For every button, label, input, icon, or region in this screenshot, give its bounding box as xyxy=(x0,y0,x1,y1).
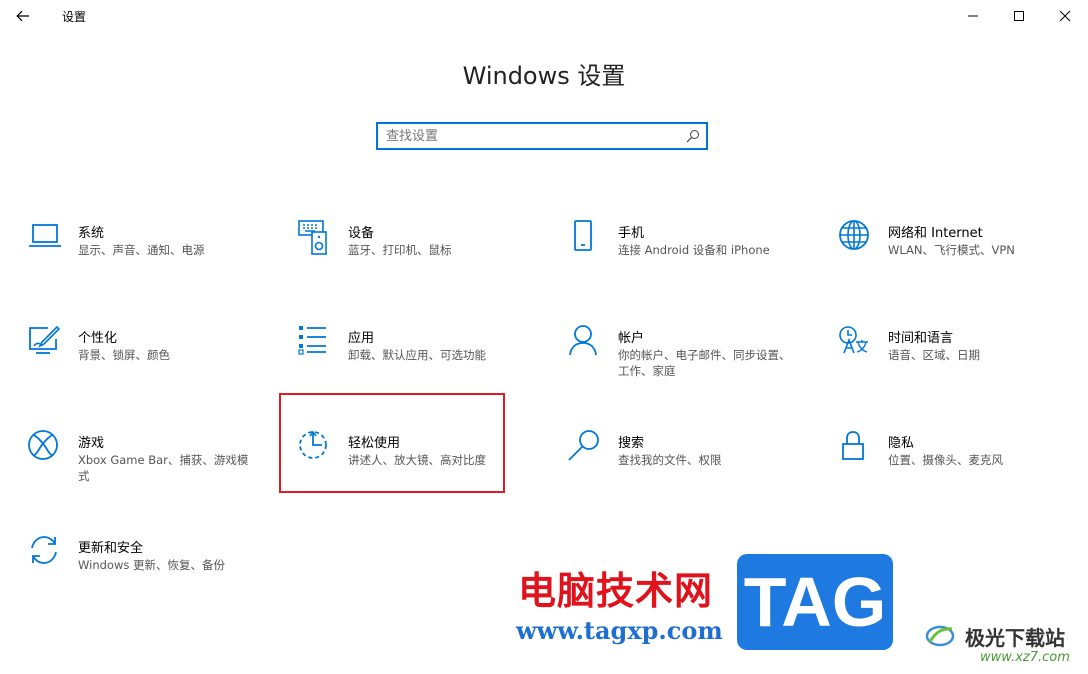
search-box[interactable] xyxy=(376,122,708,150)
tile-description: 位置、摄像头、麦克风 xyxy=(888,453,1003,467)
page-title: Windows 设置 xyxy=(462,62,626,90)
tile-phone[interactable]: 手机 连接 Android 设备和 iPhone xyxy=(568,220,808,310)
globe-icon xyxy=(839,220,869,250)
xbox-icon xyxy=(28,430,58,460)
tile-title: 系统 xyxy=(78,226,105,241)
time-language-icon xyxy=(839,326,868,354)
watermark-logo-url: www.xz7.com xyxy=(980,650,1070,665)
tile-title: 设备 xyxy=(348,226,375,241)
close-icon xyxy=(1059,10,1071,22)
person-icon xyxy=(569,325,597,356)
arrow-left-icon xyxy=(16,10,29,22)
maximize-button[interactable] xyxy=(996,0,1042,32)
tile-description: Xbox Game Bar、捕获、游戏模式 xyxy=(78,453,249,483)
minimize-button[interactable] xyxy=(950,0,996,32)
tile-time-language[interactable]: 时间和语言 语音、区域、日期 xyxy=(838,325,1078,415)
lock-icon xyxy=(842,431,864,460)
watermark-tag-text: TAG xyxy=(743,563,887,641)
highlight-box xyxy=(279,393,505,493)
tile-search[interactable]: 搜索 查找我的文件、权限 xyxy=(568,430,808,520)
tile-title: 帐户 xyxy=(618,331,645,346)
window-title: 设置 xyxy=(62,10,87,24)
sync-icon xyxy=(31,536,57,564)
laptop-icon xyxy=(29,224,61,247)
tile-system[interactable]: 系统 显示、声音、通知、电源 xyxy=(28,220,268,310)
keyboard-speaker-icon xyxy=(298,220,327,255)
aurora-logo-icon xyxy=(925,625,955,647)
paint-icon xyxy=(29,325,61,354)
maximize-icon xyxy=(1014,11,1024,21)
tile-title: 更新和安全 xyxy=(78,541,144,556)
tile-privacy[interactable]: 隐私 位置、摄像头、麦克风 xyxy=(838,430,1078,520)
phone-icon xyxy=(574,220,592,251)
watermark-site-url: www.tagxp.com xyxy=(516,616,723,645)
tile-personalization[interactable]: 个性化 背景、锁屏、颜色 xyxy=(28,325,268,415)
tile-description: 查找我的文件、权限 xyxy=(618,453,722,467)
tile-description: 语音、区域、日期 xyxy=(888,348,980,362)
minimize-icon xyxy=(968,15,978,17)
tile-title: 时间和语言 xyxy=(888,331,954,346)
watermark-logo-text: 极光下载站 xyxy=(965,626,1065,650)
tile-title: 游戏 xyxy=(78,436,105,451)
tile-description: 连接 Android 设备和 iPhone xyxy=(618,243,770,257)
tile-description: Windows 更新、恢复、备份 xyxy=(78,558,225,572)
tile-title: 隐私 xyxy=(888,436,915,451)
tile-description: 背景、锁屏、颜色 xyxy=(78,348,170,362)
watermark-tag-badge: TAG xyxy=(737,554,893,650)
tile-title: 手机 xyxy=(618,226,645,241)
tile-network[interactable]: 网络和 Internet WLAN、飞行模式、VPN xyxy=(838,220,1078,310)
tile-description: 你的帐户、电子邮件、同步设置、工作、家庭 xyxy=(618,348,791,378)
search-icon xyxy=(568,430,599,461)
tile-description: 蓝牙、打印机、鼠标 xyxy=(348,243,452,257)
close-button[interactable] xyxy=(1042,0,1088,32)
tile-devices[interactable]: 设备 蓝牙、打印机、鼠标 xyxy=(298,220,538,310)
search-input[interactable] xyxy=(386,124,676,148)
tile-description: WLAN、飞行模式、VPN xyxy=(888,243,1015,257)
app-list-icon xyxy=(298,326,326,355)
tile-accounts[interactable]: 帐户 你的帐户、电子邮件、同步设置、工作、家庭 xyxy=(568,325,808,415)
title-bar: 设置 xyxy=(0,0,1088,32)
tile-title: 应用 xyxy=(348,331,375,346)
tile-title: 个性化 xyxy=(78,331,118,346)
search-icon[interactable] xyxy=(686,129,700,143)
back-button[interactable] xyxy=(0,0,46,32)
tile-title: 网络和 Internet xyxy=(888,226,983,241)
tile-title: 搜索 xyxy=(618,436,645,451)
tile-gaming[interactable]: 游戏 Xbox Game Bar、捕获、游戏模式 xyxy=(28,430,268,520)
tile-description: 卸载、默认应用、可选功能 xyxy=(348,348,486,362)
watermark-site-name: 电脑技术网 xyxy=(518,569,714,613)
tile-description: 显示、声音、通知、电源 xyxy=(78,243,205,257)
tile-update-security[interactable]: 更新和安全 Windows 更新、恢复、备份 xyxy=(28,535,268,625)
